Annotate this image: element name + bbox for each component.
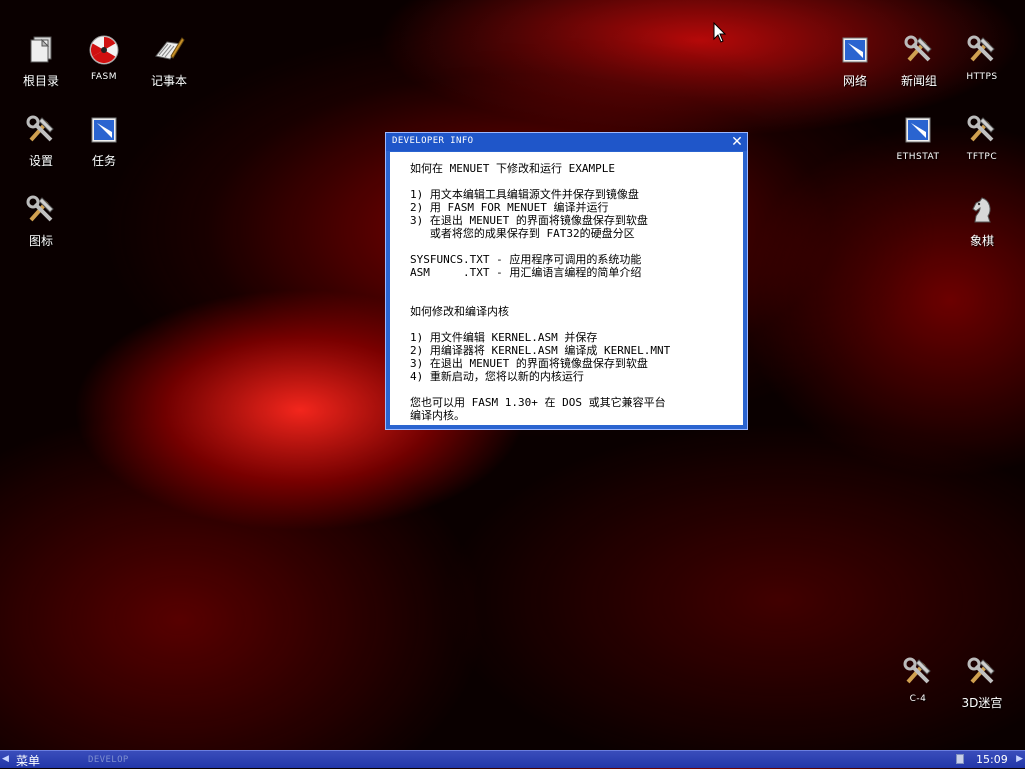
info-line: 或者将您的成果保存到 FAT32的硬盘分区	[410, 227, 635, 240]
radiation-icon	[89, 35, 119, 65]
close-icon[interactable]: ✕	[730, 135, 744, 149]
taskbar-item-develop[interactable]: DEVELOP	[88, 755, 129, 765]
info-line: 4) 重新启动，您将以新的内核运行	[410, 370, 584, 383]
tools-icon	[967, 657, 995, 684]
taskbar: ◀ 菜单 DEVELOP 15:09 ▶	[0, 750, 1025, 768]
desktop-icon-label: FASM	[91, 72, 117, 82]
tools-icon	[26, 115, 54, 142]
info-line	[410, 279, 743, 292]
desktop-icon-label: 网络	[842, 74, 867, 88]
desktop-icon-label: C-4	[909, 694, 927, 704]
tools-icon	[904, 35, 932, 62]
desktop-icon-https[interactable]: HTTPS	[950, 34, 1014, 96]
arrow-left-icon[interactable]: ◀	[2, 754, 9, 764]
desktop-icon-label: 新闻组	[900, 74, 937, 88]
tools-icon	[26, 195, 54, 222]
desktop-icon-label: TFTPC	[966, 152, 998, 162]
info-line: 编译内核。	[410, 409, 465, 422]
desktop-icon-label: 3D迷宫	[961, 696, 1003, 710]
desktop-icon-root[interactable]: 根目录	[9, 34, 73, 96]
desktop-icon-label: 图标	[28, 234, 53, 248]
desktop-icon-label: 任务	[91, 154, 116, 168]
window-app-icon	[905, 117, 931, 143]
clock: 15:09	[976, 753, 1008, 766]
arrow-right-icon[interactable]: ▶	[1016, 754, 1023, 764]
info-line	[410, 292, 743, 305]
menu-button[interactable]: 菜单	[16, 752, 40, 769]
info-line: 1) 用文件编辑 KERNEL.ASM 并保存	[410, 331, 598, 344]
tools-icon	[903, 657, 931, 684]
info-line: 3) 在退出 MENUET 的界面将镜像盘保存到软盘	[410, 357, 648, 370]
chess-knight-icon	[972, 197, 991, 223]
developer-info-window: DEVELOPER INFO ✕ 如何在 MENUET 下修改和运行 EXAMP…	[385, 132, 748, 430]
tools-icon	[967, 35, 995, 62]
info-line	[410, 240, 743, 253]
info-line: 您也可以用 FASM 1.30+ 在 DOS 或其它兼容平台	[410, 396, 666, 409]
desktop-icon-label: HTTPS	[966, 72, 998, 82]
desktop-icon-tftpc[interactable]: TFTPC	[950, 114, 1014, 176]
info-line	[410, 383, 743, 396]
info-line: 3) 在退出 MENUET 的界面将镜像盘保存到软盘	[410, 214, 648, 227]
window-titlebar[interactable]: DEVELOPER INFO ✕	[386, 133, 747, 151]
desktop-icon-ethstat[interactable]: ETHSTAT	[886, 114, 950, 176]
desktop-icon-label: ETHSTAT	[896, 152, 940, 162]
window-content: 如何在 MENUET 下修改和运行 EXAMPLE 1) 用文本编辑工具编辑源文…	[390, 152, 743, 425]
info-line: 2) 用 FASM FOR MENUET 编译并运行	[410, 201, 609, 214]
tray-indicator-icon[interactable]	[956, 754, 964, 764]
info-line: 2) 用编译器将 KERNEL.ASM 编译成 KERNEL.MNT	[410, 344, 671, 357]
desktop-icon-chess[interactable]: 象棋	[950, 194, 1014, 256]
desktop-icon-icons[interactable]: 图标	[9, 194, 73, 256]
window-app-icon	[842, 37, 868, 63]
info-line: 如何修改和编译内核	[410, 305, 509, 318]
desktop-icon-label: 根目录	[22, 74, 59, 88]
info-line	[410, 318, 743, 331]
window-title: DEVELOPER INFO	[392, 136, 474, 146]
info-line	[410, 175, 743, 188]
info-line: 1) 用文本编辑工具编辑源文件并保存到镜像盘	[410, 188, 639, 201]
desktop-icon-label: 记事本	[150, 74, 187, 88]
info-line: ASM .TXT - 用汇编语言编程的简单介绍	[410, 266, 642, 279]
desktop-icon-c4[interactable]: C-4	[886, 656, 950, 718]
info-line: 如何在 MENUET 下修改和运行 EXAMPLE	[410, 162, 615, 175]
desktop-icon-fasm[interactable]: FASM	[72, 34, 136, 96]
desktop-icon-settings[interactable]: 设置	[9, 114, 73, 176]
mouse-cursor-icon	[713, 22, 727, 43]
info-line: SYSFUNCS.TXT - 应用程序可调用的系统功能	[410, 253, 642, 266]
desktop-icon-label: 设置	[28, 154, 53, 168]
desktop-icon-3d-maze[interactable]: 3D迷宫	[950, 656, 1014, 718]
window-app-icon	[91, 117, 117, 143]
files-icon	[30, 36, 52, 63]
notepad-icon	[155, 37, 185, 60]
desktop-icon-newsgroup[interactable]: 新闻组	[887, 34, 951, 96]
desktop-icon-notepad[interactable]: 记事本	[137, 34, 201, 96]
desktop-icon-label: 象棋	[969, 234, 994, 248]
tools-icon	[967, 115, 995, 142]
desktop-icon-network[interactable]: 网络	[823, 34, 887, 96]
desktop-icon-tasks[interactable]: 任务	[72, 114, 136, 176]
